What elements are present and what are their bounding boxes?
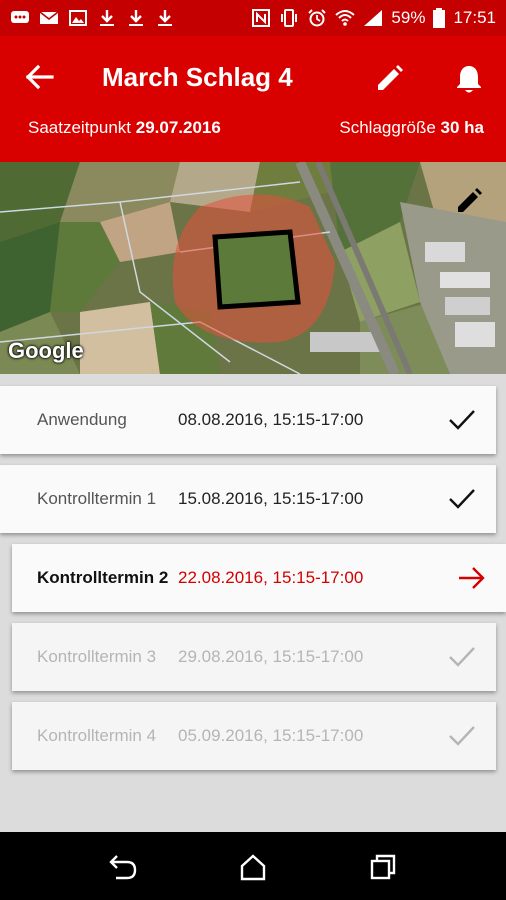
battery-percent: 59% xyxy=(391,8,426,27)
status-bar: 59% 17:51 xyxy=(0,0,506,36)
system-nav-bar xyxy=(0,832,506,900)
nfc-icon xyxy=(252,9,271,27)
notification-bell-icon[interactable] xyxy=(452,62,486,96)
chat-icon xyxy=(11,11,29,23)
vibrate-icon xyxy=(281,9,298,27)
appointment-row-kontrolltermin-2[interactable]: Kontrolltermin 2 22.08.2016, 15:15-17:00 xyxy=(12,544,506,612)
download-icon xyxy=(100,10,114,26)
arrow-right-icon[interactable] xyxy=(456,562,488,594)
field-size-label: Schlaggröße xyxy=(339,118,436,137)
nav-home-icon[interactable] xyxy=(238,852,268,882)
sowing-date-info: Saatzeitpunkt 29.07.2016 xyxy=(28,118,221,138)
appointment-label: Kontrolltermin 4 xyxy=(37,726,157,745)
field-map[interactable]: Google xyxy=(0,162,506,374)
field-size-value: 30 ha xyxy=(440,118,484,137)
sowing-date: 29.07.2016 xyxy=(135,118,221,137)
page-title: March Schlag 4 xyxy=(102,62,293,92)
appointment-label: Kontrolltermin 1 xyxy=(37,489,157,508)
back-arrow-icon[interactable] xyxy=(22,60,56,94)
appointment-date: 22.08.2016, 15:15-17:00 xyxy=(178,568,364,587)
field-size-info: Schlaggröße 30 ha xyxy=(339,118,484,138)
check-icon xyxy=(449,647,475,667)
battery-icon xyxy=(433,8,446,28)
check-icon xyxy=(449,726,475,746)
download-icon xyxy=(129,10,143,26)
appointment-row-anwendung[interactable]: Anwendung 08.08.2016, 15:15-17:00 xyxy=(0,386,496,454)
download-icon xyxy=(158,10,172,26)
appointment-label: Kontrolltermin 2 xyxy=(37,568,169,587)
appointment-list: Anwendung 08.08.2016, 15:15-17:00 Kontro… xyxy=(0,374,506,832)
nav-back-icon[interactable] xyxy=(108,852,138,882)
appointment-row-kontrolltermin-4[interactable]: Kontrolltermin 4 05.09.2016, 15:15-17:00 xyxy=(12,702,496,770)
appointment-label: Kontrolltermin 3 xyxy=(37,647,157,666)
signal-icon xyxy=(364,10,383,26)
check-icon xyxy=(449,410,475,430)
google-attribution: Google xyxy=(8,338,84,363)
appointment-date: 15.08.2016, 15:15-17:00 xyxy=(178,489,364,508)
app-bar: March Schlag 4 Saatzeitpunkt 29.07.2016 … xyxy=(0,36,506,162)
map-edit-pencil-icon[interactable] xyxy=(454,186,484,216)
mail-icon xyxy=(39,11,59,24)
alarm-icon xyxy=(308,9,327,27)
edit-pencil-icon[interactable] xyxy=(372,62,406,96)
appointment-date: 05.09.2016, 15:15-17:00 xyxy=(178,726,364,745)
image-icon xyxy=(69,10,87,26)
appointment-row-kontrolltermin-3[interactable]: Kontrolltermin 3 29.08.2016, 15:15-17:00 xyxy=(12,623,496,691)
wifi-icon xyxy=(335,10,356,26)
appointment-date: 08.08.2016, 15:15-17:00 xyxy=(178,410,364,429)
status-time: 17:51 xyxy=(453,8,496,27)
nav-recents-icon[interactable] xyxy=(368,852,398,882)
appointment-date: 29.08.2016, 15:15-17:00 xyxy=(178,647,364,666)
sowing-label: Saatzeitpunkt xyxy=(28,118,132,137)
appointment-label: Anwendung xyxy=(37,410,127,429)
check-icon xyxy=(449,489,475,509)
appointment-row-kontrolltermin-1[interactable]: Kontrolltermin 1 15.08.2016, 15:15-17:00 xyxy=(0,465,496,533)
